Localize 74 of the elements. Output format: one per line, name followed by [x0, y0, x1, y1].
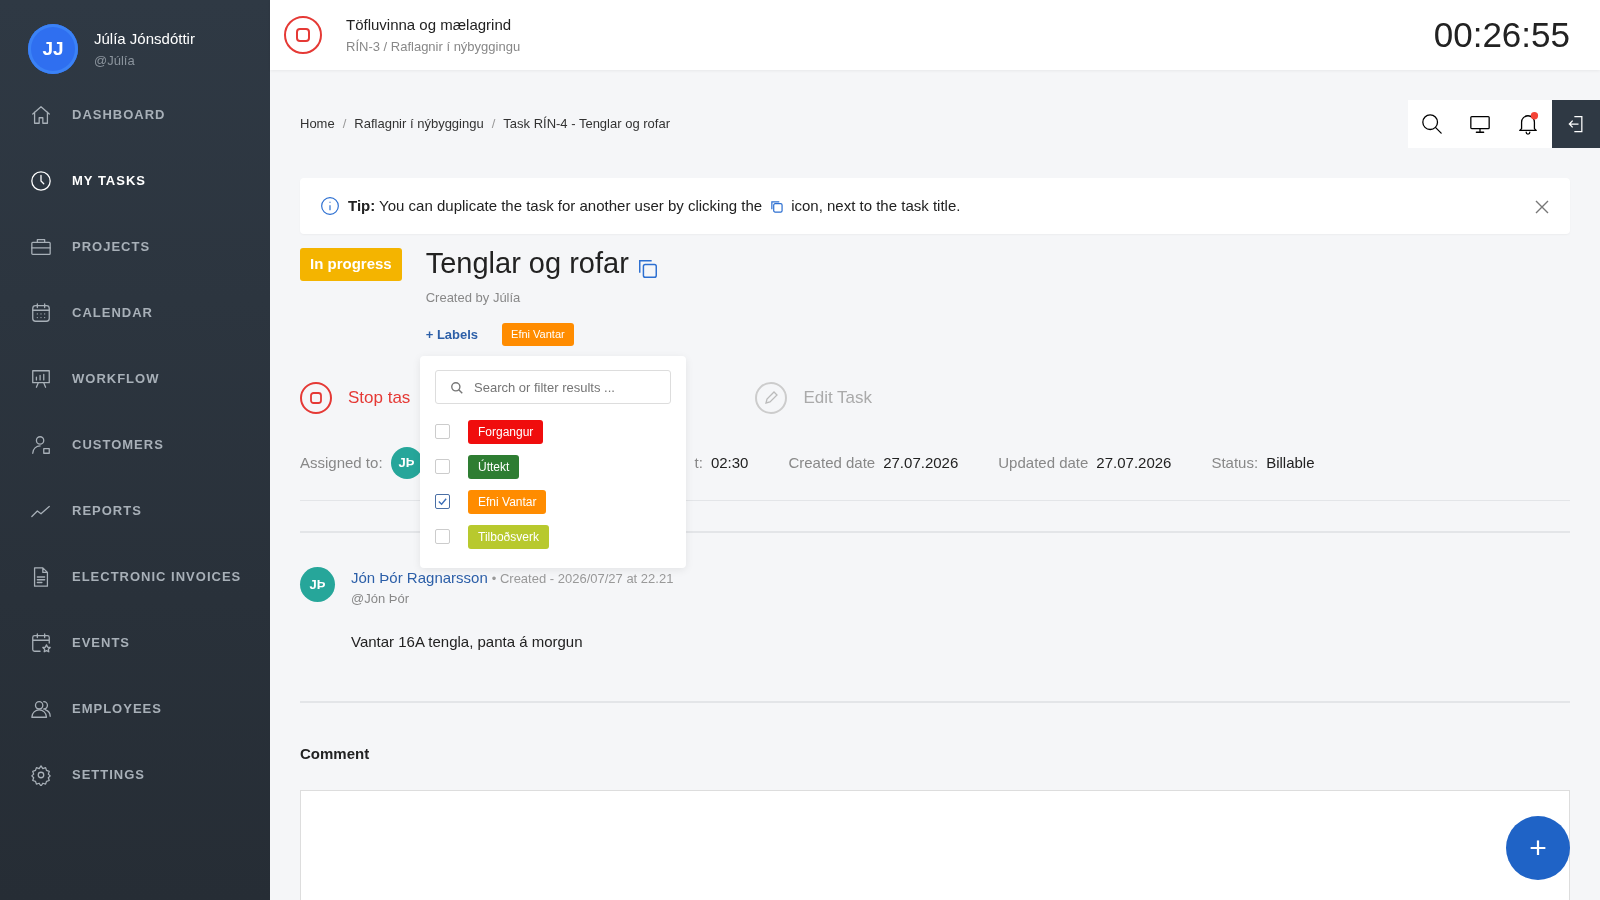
user-handle: @Júlía [94, 51, 136, 70]
comment-text: Vantar 16A tengla, panta á morgun [351, 631, 584, 652]
search-field[interactable]: Search or filter results ... [435, 370, 671, 404]
comment-label: Comment [300, 744, 371, 765]
comment-date: • Created - 2026/07/27 at 22.21 [491, 569, 674, 588]
breadcrumb-link[interactable]: Raflagnir í nýbyggingu [354, 114, 484, 134]
calendar-star-icon [30, 632, 52, 654]
created-by: Created by Júlía [425, 288, 522, 307]
stop-task-button[interactable]: Stop tas [300, 381, 411, 414]
sidebar-item[interactable]: WORKFLOW [0, 346, 270, 412]
field-label: t: [694, 452, 703, 473]
person-icon [30, 434, 52, 456]
copy-icon [636, 257, 659, 280]
active-task-path: RÍN-3 / Raflagnir í nýbyggingu [346, 37, 521, 56]
tip-text: Tip: You can duplicate the task for another user by clicking the [348, 195, 763, 216]
breadcrumb-separator: / [342, 115, 347, 134]
breadcrumb-link[interactable]: Task RÍN-4 - Tenglar og rofar [503, 114, 670, 134]
close-icon [1534, 198, 1550, 215]
label-tag: Efni Vantar [502, 323, 574, 346]
home-icon [30, 104, 52, 126]
comment-handle: @Jón Þór [351, 590, 410, 609]
field-label: Status: [1211, 452, 1259, 473]
sidebar-item[interactable]: REPORTS [0, 478, 270, 544]
labels-link[interactable]: + Labels [425, 324, 479, 345]
calendar-icon [30, 302, 52, 324]
info-icon [320, 196, 340, 216]
sidebar-item[interactable]: PROJECTS [0, 214, 270, 280]
people-icon [30, 698, 52, 720]
presentation-board-icon [30, 368, 52, 390]
monitor-icon [1469, 113, 1491, 135]
commenter-avatar: JÞ [300, 566, 335, 602]
bell-icon [1517, 112, 1539, 136]
field-value: 27.07.2026 [883, 452, 959, 473]
search-icon [450, 381, 464, 395]
search-icon [1421, 113, 1443, 135]
check-icon [437, 496, 448, 507]
sidebar-item[interactable]: MY TASKS [0, 148, 270, 214]
comment-field[interactable] [300, 789, 1570, 900]
sidebar-item[interactable]: CUSTOMERS [0, 412, 270, 478]
tip-text: icon, next to the task title. [791, 195, 961, 216]
field-value: 27.07.2026 [1096, 452, 1172, 473]
sidebar-item[interactable]: DASHBOARD [0, 82, 270, 148]
timer: 00:26:55 [1433, 13, 1570, 56]
assignee-avatar: JÞ [390, 446, 423, 479]
breadcrumb-separator: / [491, 115, 496, 134]
comment-author[interactable]: Jón Þór Ragnarsson [351, 566, 488, 590]
label-tag[interactable]: Úttekt [468, 454, 520, 479]
stop-button[interactable] [284, 16, 322, 54]
clock-icon [30, 170, 52, 192]
user-avatar: JJ [28, 24, 78, 74]
stop-icon [310, 391, 322, 404]
briefcase-icon [30, 236, 52, 258]
pencil-icon [763, 389, 780, 406]
copy-icon [770, 199, 784, 213]
sidebar-item[interactable]: EVENTS [0, 610, 270, 676]
assigned-label: Assigned to: [300, 452, 383, 473]
logout-button[interactable] [1552, 100, 1600, 148]
sidebar-item[interactable]: ELECTRONIC INVOICES [0, 544, 270, 610]
active-task-title: Töfluvinna og mælagrind [346, 15, 513, 35]
sidebar-item[interactable]: SETTINGS [0, 742, 270, 808]
sidebar-item[interactable]: EMPLOYEES [0, 676, 270, 742]
field-label: Updated date [998, 452, 1089, 473]
field-value: Billable [1266, 452, 1315, 473]
field-value: 02:30 [710, 452, 749, 473]
label-tag[interactable]: Forgangur [468, 419, 544, 444]
settings-icon [30, 764, 52, 786]
user-name: Júlía Jónsdóttir [94, 29, 195, 49]
field-label: Created date [788, 452, 876, 473]
stop-icon [296, 28, 310, 42]
breadcrumb-link[interactable]: Home [300, 114, 335, 134]
status-badge: In progress [300, 248, 402, 281]
task-title: Tenglar og rofar [425, 248, 629, 280]
checkbox[interactable] [435, 494, 450, 509]
sidebar-item[interactable]: CALENDAR [0, 280, 270, 346]
